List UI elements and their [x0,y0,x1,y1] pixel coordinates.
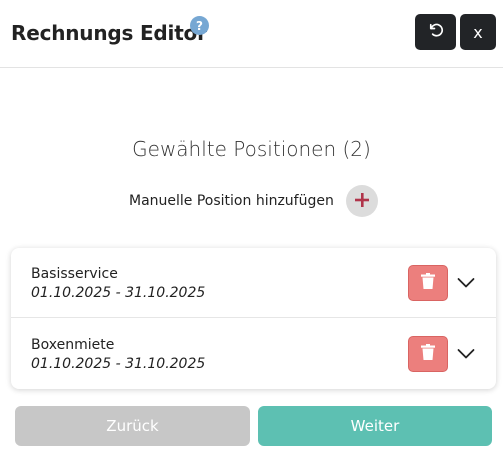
dialog-title: Rechnungs Editor [11,21,207,45]
delete-button[interactable] [408,336,448,372]
delete-button[interactable] [408,265,448,301]
chevron-down-icon [457,345,475,364]
reset-icon [427,21,445,43]
expand-button[interactable] [456,273,476,293]
section-title: Gewählte Positionen (2) [132,137,371,161]
trash-icon [421,344,435,364]
positions-list: Basisservice 01.10.2025 - 31.10.2025 Box… [11,248,496,389]
manual-position-label: Manuelle Position hinzufügen [129,193,334,209]
close-button[interactable]: x [460,14,496,50]
chevron-down-icon [457,274,475,293]
back-button[interactable]: Zurück [15,406,250,446]
item-name: Basisservice [31,266,118,282]
reset-button[interactable] [415,14,456,50]
item-name: Boxenmiete [31,337,115,353]
item-date: 01.10.2025 - 31.10.2025 [31,285,206,301]
list-item: Boxenmiete 01.10.2025 - 31.10.2025 [11,319,496,389]
expand-button[interactable] [456,344,476,364]
list-item: Basisservice 01.10.2025 - 31.10.2025 [11,248,496,318]
add-manual-position-button[interactable] [346,185,378,217]
next-button[interactable]: Weiter [258,406,492,446]
trash-icon [421,273,435,293]
help-icon[interactable]: ? [190,16,209,35]
dialog-header: Rechnungs Editor ? x [0,0,503,68]
item-date: 01.10.2025 - 31.10.2025 [31,356,206,372]
plus-icon [355,192,369,211]
